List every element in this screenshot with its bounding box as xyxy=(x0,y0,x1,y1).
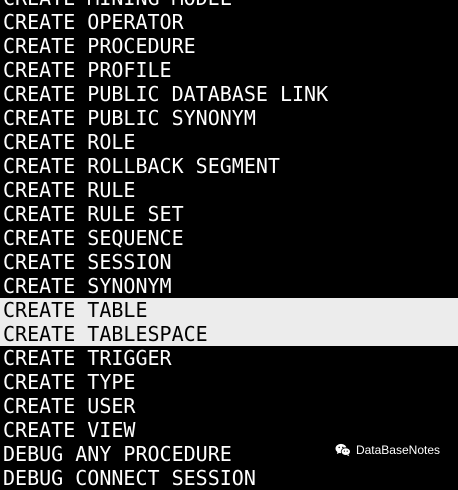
output-line: CREATE OPERATOR xyxy=(3,10,184,34)
output-line: CREATE ROLE xyxy=(3,130,136,154)
terminal-output: CREATE MINING MODEL CREATE OPERATOR CREA… xyxy=(0,0,458,490)
output-line: CREATE TRIGGER xyxy=(3,346,172,370)
output-line: CREATE RULE SET xyxy=(3,202,184,226)
output-line: CREATE PUBLIC DATABASE LINK xyxy=(3,82,329,106)
watermark: DataBaseNotes xyxy=(330,440,444,460)
output-line: CREATE PUBLIC SYNONYM xyxy=(3,106,256,130)
output-line: CREATE ROLLBACK SEGMENT xyxy=(3,154,280,178)
output-line: CREATE TYPE xyxy=(3,370,136,394)
output-line: CREATE USER xyxy=(3,394,136,418)
wechat-icon xyxy=(335,443,351,457)
output-line: CREATE MINING MODEL xyxy=(0,0,458,10)
output-line: CREATE VIEW xyxy=(3,418,136,442)
output-line: CREATE PROFILE xyxy=(3,58,172,82)
output-line-selected[interactable]: CREATE TABLE xyxy=(0,298,458,322)
output-line: CREATE SEQUENCE xyxy=(3,226,184,250)
output-line: CREATE SESSION xyxy=(3,250,172,274)
output-line-selected[interactable]: CREATE TABLESPACE xyxy=(0,322,458,346)
output-line: DEBUG CONNECT SESSION xyxy=(3,466,256,490)
output-line: CREATE RULE xyxy=(3,178,136,202)
output-line: CREATE PROCEDURE xyxy=(3,34,196,58)
watermark-text: DataBaseNotes xyxy=(355,443,440,457)
output-line: CREATE SYNONYM xyxy=(3,274,172,298)
